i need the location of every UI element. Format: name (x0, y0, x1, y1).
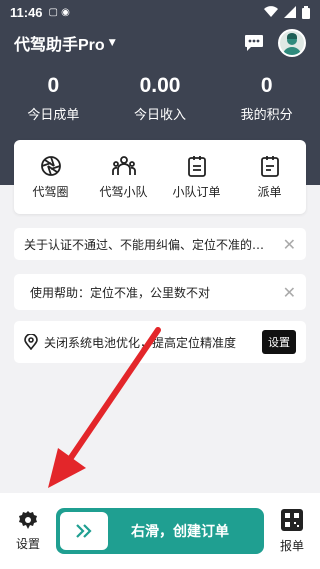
stat-value: 0 (47, 74, 60, 97)
notice-text: 关于认证不通过、不能用纠偏、定位不准的… (24, 237, 265, 252)
status-time: 11:46 (10, 4, 43, 20)
driver-avatar-icon (283, 33, 301, 55)
notification-icon: ▢ ◉ (48, 6, 70, 18)
swipe-create-order-slider[interactable]: 右滑，创建订单 (56, 508, 264, 554)
avatar[interactable] (278, 29, 306, 57)
settings-button[interactable]: 设置 (262, 330, 296, 354)
stat-label: 我的积分 (240, 108, 293, 123)
stat-label: 今日成单 (27, 108, 80, 123)
menu-label: 派单 (257, 184, 282, 199)
close-icon[interactable]: ✕ (283, 283, 296, 302)
menu-item-driver-team[interactable]: 代驾小队 (87, 140, 160, 214)
top-bar: 代驾助手Pro ▼ (0, 28, 320, 58)
status-bar: 11:46 ▢ ◉ (0, 0, 320, 24)
menu-label: 代驾小队 (99, 184, 148, 199)
bottom-bar: 设置 右滑，创建订单 报单 (0, 493, 320, 569)
report-label: 报单 (279, 538, 304, 553)
stats-row: 0 今日成单 0.00 今日收入 0 我的积分 (0, 74, 320, 123)
double-chevron-right-icon (76, 524, 92, 538)
report-order-button[interactable]: 报单 (272, 508, 312, 554)
aperture-icon (40, 155, 61, 176)
team-icon (111, 155, 136, 175)
signal-icon (284, 6, 296, 18)
location-pin-icon (24, 334, 38, 350)
clipboard-icon (187, 155, 206, 177)
notice-item[interactable]: 使用帮助：定位不准，公里数不对 ✕ (14, 274, 306, 310)
menu-item-team-orders[interactable]: 小队订单 (160, 140, 233, 214)
battery-icon (302, 5, 310, 19)
stat-value: 0 (260, 74, 273, 97)
stat-today-orders[interactable]: 0 今日成单 (0, 74, 107, 123)
close-icon[interactable]: ✕ (283, 235, 296, 254)
notice-item[interactable]: 关于认证不通过、不能用纠偏、定位不准的… ✕ (14, 228, 306, 260)
menu-label: 小队订单 (172, 184, 221, 199)
menu-item-dispatch[interactable]: 派单 (233, 140, 306, 214)
dispatch-icon (260, 155, 279, 177)
stat-label: 今日收入 (134, 108, 187, 123)
wifi-icon (264, 6, 278, 18)
stat-value: 0.00 (139, 74, 181, 97)
settings-button-bottom[interactable]: 设置 (8, 510, 48, 552)
status-icons (264, 5, 310, 19)
gear-icon (19, 510, 37, 529)
menu-label: 代驾圈 (32, 184, 69, 199)
stat-my-points[interactable]: 0 我的积分 (213, 74, 320, 123)
menu-item-driver-circle[interactable]: 代驾圈 (14, 140, 87, 214)
slider-handle[interactable] (60, 512, 108, 550)
stat-today-income[interactable]: 0.00 今日收入 (107, 74, 214, 123)
app-title[interactable]: 代驾助手Pro (14, 31, 105, 55)
chevron-down-icon[interactable]: ▼ (109, 38, 116, 48)
message-icon[interactable] (244, 34, 264, 52)
menu-card: 代驾圈 代驾小队 小队订单 派单 (14, 140, 306, 214)
notice-item[interactable]: 关闭系统电池优化，提高定位精准度 设置 (14, 321, 306, 363)
notice-text: 使用帮助：定位不准，公里数不对 (30, 285, 211, 300)
qr-code-icon (281, 508, 303, 531)
settings-label: 设置 (15, 536, 40, 551)
notice-text: 关闭系统电池优化，提高定位精准度 (44, 335, 237, 350)
